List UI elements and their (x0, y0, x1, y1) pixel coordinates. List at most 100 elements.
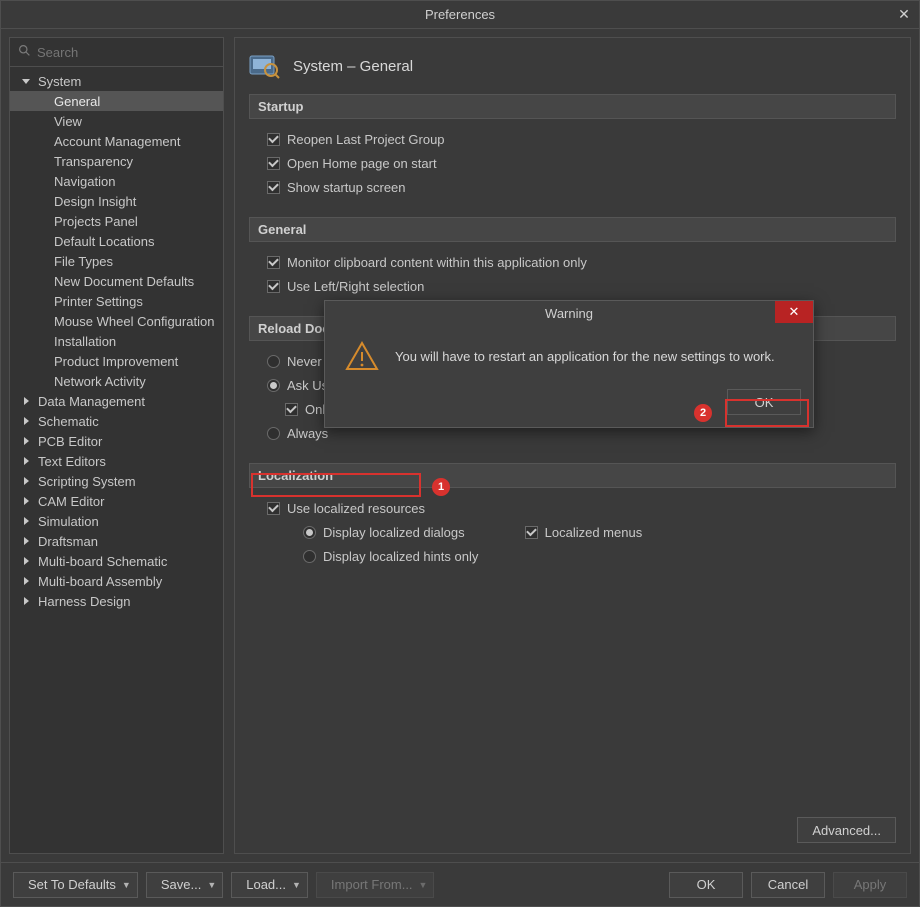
opt-use-localized[interactable]: Use localized resources (267, 496, 890, 520)
checkbox-icon (285, 403, 298, 416)
tree-item[interactable]: Navigation (10, 171, 223, 191)
opt-left-right[interactable]: Use Left/Right selection (267, 274, 890, 298)
nav-tree: System General View Account Management Trans… (10, 67, 223, 853)
preferences-window: Preferences ✕ System General View Account M… (0, 0, 920, 907)
tree-item-label: CAM Editor (38, 494, 104, 509)
tree-item-label: Scripting System (38, 474, 136, 489)
apply-button[interactable]: Apply (833, 872, 907, 898)
tree-item-label: Installation (54, 334, 116, 349)
tree-item-label: Projects Panel (54, 214, 138, 229)
opt-loc-dialogs[interactable]: Display localized dialogs (303, 520, 465, 544)
opt-loc-hints[interactable]: Display localized hints only (267, 544, 890, 568)
radio-icon (303, 526, 316, 539)
tree-item-label: General (54, 94, 100, 109)
tree-item-label: Account Management (54, 134, 180, 149)
page-icon (249, 52, 281, 80)
tree-item[interactable]: Multi-board Assembly (10, 571, 223, 591)
tree-item[interactable]: View (10, 111, 223, 131)
opt-reopen-last[interactable]: Reopen Last Project Group (267, 127, 890, 151)
chevron-right-icon (20, 495, 32, 507)
tree-item-label: Navigation (54, 174, 115, 189)
tree-item[interactable]: General (10, 91, 223, 111)
page-title: System – General (293, 58, 413, 75)
tree-item[interactable]: Scripting System (10, 471, 223, 491)
chevron-right-icon (20, 435, 32, 447)
sidebar: System General View Account Management Trans… (9, 37, 224, 854)
tree-item[interactable]: System (10, 71, 223, 91)
tree-item[interactable]: PCB Editor (10, 431, 223, 451)
tree-item-label: File Types (54, 254, 113, 269)
chevron-right-icon (20, 455, 32, 467)
tree-item-label: Simulation (38, 514, 99, 529)
warning-dialog: Warning ✕ You will have to restart an ap… (324, 300, 814, 428)
content-pane: System – General Startup Reopen Last Pro… (234, 37, 911, 854)
search-input[interactable] (37, 45, 215, 60)
tree-item[interactable]: New Document Defaults (10, 271, 223, 291)
tree-item-label: Harness Design (38, 594, 131, 609)
chevron-right-icon (20, 515, 32, 527)
radio-icon (267, 379, 280, 392)
tree-item[interactable]: Multi-board Schematic (10, 551, 223, 571)
tree-item[interactable]: Default Locations (10, 231, 223, 251)
tree-item[interactable]: Network Activity (10, 371, 223, 391)
load-button[interactable]: Load...▼ (231, 872, 308, 898)
tree-item[interactable]: Simulation (10, 511, 223, 531)
opt-clipboard[interactable]: Monitor clipboard content within this ap… (267, 250, 890, 274)
tree-item[interactable]: Text Editors (10, 451, 223, 471)
tree-item-label: Draftsman (38, 534, 98, 549)
ok-button[interactable]: OK (669, 872, 743, 898)
tree-item-label: Default Locations (54, 234, 154, 249)
chevron-down-icon (20, 75, 32, 87)
tree-item-label: Data Management (38, 394, 145, 409)
set-defaults-button[interactable]: Set To Defaults▼ (13, 872, 138, 898)
dialog-title: Warning (545, 306, 593, 321)
tree-item-label: Multi-board Assembly (38, 574, 162, 589)
close-icon[interactable]: ✕ (895, 5, 913, 23)
search-icon (18, 44, 31, 60)
section-startup-header: Startup (249, 94, 896, 119)
search-box[interactable] (10, 38, 223, 67)
window-title: Preferences (425, 7, 495, 22)
tree-item[interactable]: Mouse Wheel Configuration (10, 311, 223, 331)
checkbox-icon (267, 256, 280, 269)
dialog-ok-button[interactable]: OK (727, 389, 801, 415)
tree-item[interactable]: CAM Editor (10, 491, 223, 511)
checkbox-icon (267, 157, 280, 170)
radio-icon (267, 355, 280, 368)
checkbox-icon (267, 133, 280, 146)
opt-loc-menus[interactable]: Localized menus (525, 520, 643, 544)
opt-open-home[interactable]: Open Home page on start (267, 151, 890, 175)
save-button[interactable]: Save...▼ (146, 872, 223, 898)
tree-item[interactable]: File Types (10, 251, 223, 271)
chevron-right-icon (20, 535, 32, 547)
import-from-button[interactable]: Import From...▼ (316, 872, 435, 898)
warning-icon (345, 341, 379, 371)
tree-item[interactable]: Transparency (10, 151, 223, 171)
tree-item[interactable]: Draftsman (10, 531, 223, 551)
tree-item-label: Network Activity (54, 374, 146, 389)
chevron-right-icon (20, 575, 32, 587)
opt-show-splash[interactable]: Show startup screen (267, 175, 890, 199)
titlebar: Preferences ✕ (1, 1, 919, 29)
tree-item[interactable]: Schematic (10, 411, 223, 431)
tree-item[interactable]: Projects Panel (10, 211, 223, 231)
chevron-right-icon (20, 595, 32, 607)
chevron-right-icon (20, 395, 32, 407)
tree-item[interactable]: Installation (10, 331, 223, 351)
tree-item[interactable]: Harness Design (10, 591, 223, 611)
tree-item[interactable]: Data Management (10, 391, 223, 411)
tree-item-label: View (54, 114, 82, 129)
cancel-button[interactable]: Cancel (751, 872, 825, 898)
tree-item[interactable]: Product Improvement (10, 351, 223, 371)
radio-icon (303, 550, 316, 563)
checkbox-icon (267, 280, 280, 293)
advanced-button[interactable]: Advanced... (797, 817, 896, 843)
dialog-close-button[interactable]: ✕ (775, 301, 813, 323)
tree-item[interactable]: Printer Settings (10, 291, 223, 311)
tree-item[interactable]: Design Insight (10, 191, 223, 211)
tree-item[interactable]: Account Management (10, 131, 223, 151)
tree-item-label: Schematic (38, 414, 99, 429)
tree-item-label: Text Editors (38, 454, 106, 469)
tree-item-label: PCB Editor (38, 434, 102, 449)
caret-down-icon: ▼ (207, 880, 216, 890)
